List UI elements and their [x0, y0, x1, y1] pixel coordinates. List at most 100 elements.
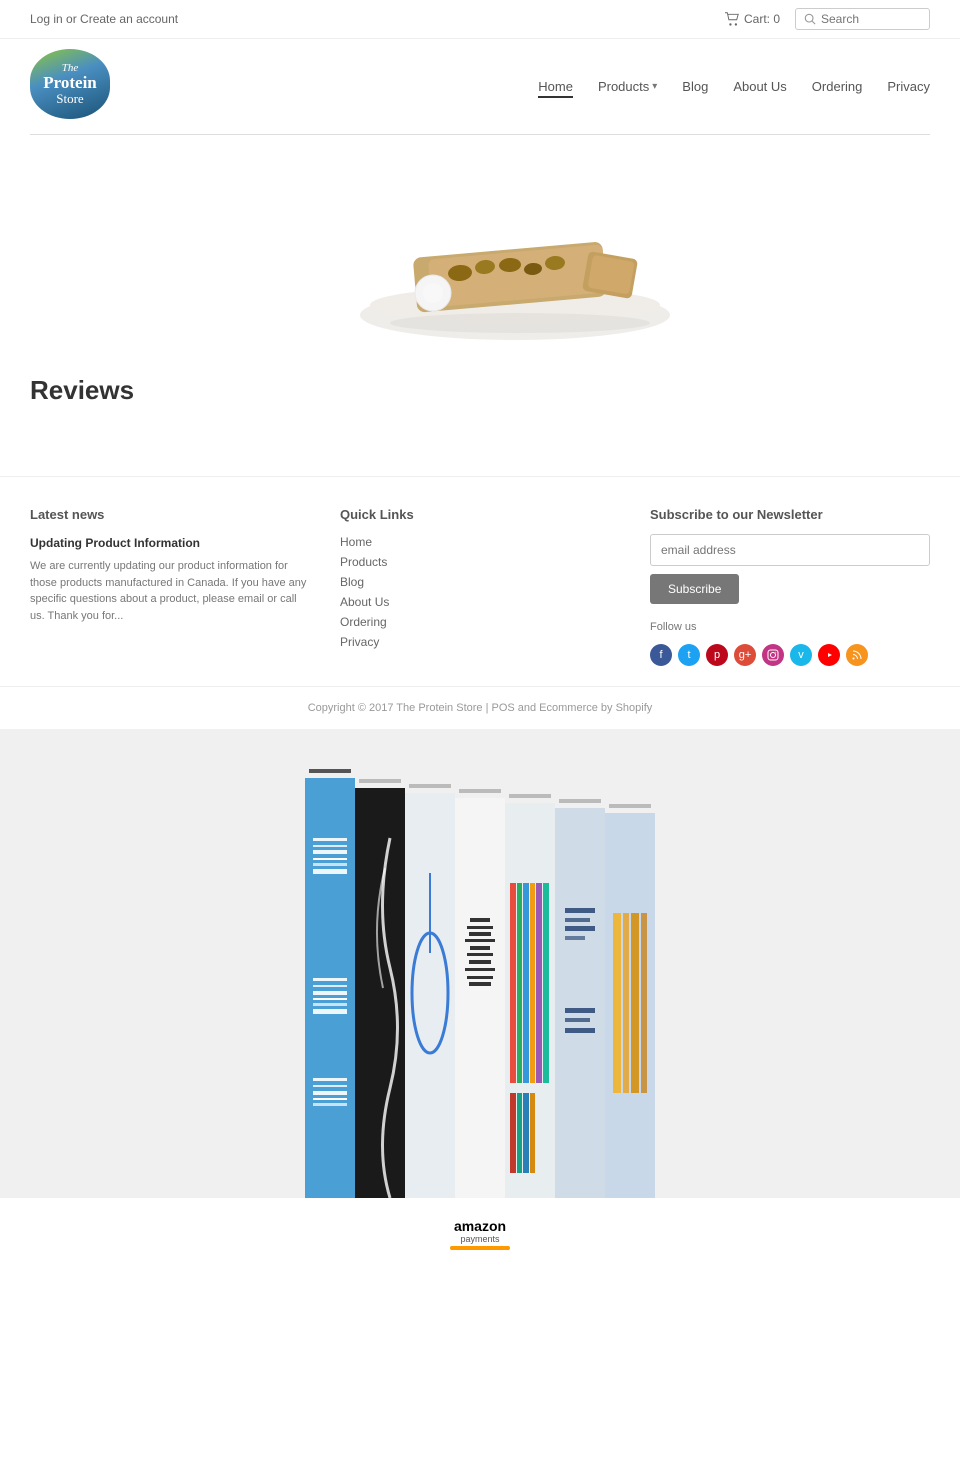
footer-area: Latest news Updating Product Information… — [0, 476, 960, 686]
carousel-section — [0, 729, 960, 1198]
nav-link-products[interactable]: Products — [598, 79, 649, 94]
follow-us-label: Follow us — [650, 619, 930, 636]
site-logo[interactable]: The Protein Store — [30, 49, 115, 124]
bar-content-3 — [405, 793, 455, 1198]
hero-area — [0, 135, 960, 365]
nav-link-privacy[interactable]: Privacy — [887, 79, 930, 94]
cart-icon — [724, 12, 740, 26]
bar-image-1 — [305, 778, 355, 1198]
nav-link-ordering[interactable]: Ordering — [812, 79, 863, 94]
bar-content-7 — [605, 813, 655, 1198]
reviews-title: Reviews — [30, 375, 930, 406]
quick-link-home[interactable]: Home — [340, 534, 620, 549]
bar-content-4 — [455, 798, 505, 1198]
news-article-body: We are currently updating our product in… — [30, 558, 310, 624]
footer-quick-links: Quick Links Home Products Blog About Us … — [340, 507, 620, 666]
bar-content-5 — [505, 803, 555, 1198]
nav-item-about[interactable]: About Us — [733, 79, 786, 94]
rss-icon[interactable] — [846, 644, 868, 666]
bar-content-6 — [555, 808, 605, 1198]
nav-item-blog[interactable]: Blog — [682, 79, 708, 94]
top-bar-right: Cart: 0 — [724, 8, 930, 30]
latest-news-heading: Latest news — [30, 507, 310, 522]
carousel-bar-5[interactable] — [505, 794, 555, 1198]
nav-item-privacy[interactable]: Privacy — [887, 79, 930, 94]
bar-indicator-5 — [509, 794, 551, 798]
vimeo-icon[interactable]: v — [790, 644, 812, 666]
carousel-bar-1[interactable] — [305, 769, 355, 1198]
bar-content-1 — [305, 778, 355, 1198]
logo-protein-text: Protein — [43, 74, 97, 91]
amazon-stripe — [450, 1246, 510, 1250]
facebook-icon[interactable]: f — [650, 644, 672, 666]
carousel-bar-4[interactable] — [455, 789, 505, 1198]
search-input[interactable] — [821, 12, 921, 26]
cart-link[interactable]: Cart: 0 — [724, 12, 780, 26]
amazon-section: amazon payments — [0, 1198, 960, 1270]
copyright-bar: Copyright © 2017 The Protein Store | POS… — [0, 686, 960, 729]
top-bar-auth: Log in or Create an account — [30, 12, 178, 26]
google-plus-icon[interactable]: g+ — [734, 644, 756, 666]
newsletter-email-input[interactable] — [650, 534, 930, 566]
carousel-bars-container — [305, 769, 655, 1198]
hero-food-image — [285, 155, 675, 345]
quick-links-list: Home Products Blog About Us Ordering Pri… — [340, 534, 620, 649]
amazon-text: amazon — [454, 1218, 506, 1234]
quick-link-home-anchor[interactable]: Home — [340, 535, 372, 549]
quick-link-ordering[interactable]: Ordering — [340, 614, 620, 629]
quick-link-products-anchor[interactable]: Products — [340, 555, 387, 569]
social-icons-container: f t p g+ v — [650, 644, 930, 666]
quick-link-blog-anchor[interactable]: Blog — [340, 575, 364, 589]
bar-image-3 — [405, 793, 455, 1198]
carousel-bar-2[interactable] — [355, 779, 405, 1198]
top-bar: Log in or Create an account Cart: 0 — [0, 0, 960, 39]
main-nav: Home Products ▾ Blog About Us Ordering P… — [538, 79, 930, 94]
quick-link-about-anchor[interactable]: About Us — [340, 595, 389, 609]
nav-item-home[interactable]: Home — [538, 79, 573, 94]
footer-latest-news: Latest news Updating Product Information… — [30, 507, 310, 666]
newsletter-heading: Subscribe to our Newsletter — [650, 507, 930, 522]
quick-link-ordering-anchor[interactable]: Ordering — [340, 615, 387, 629]
create-account-link[interactable]: Create an account — [80, 12, 178, 26]
quick-link-privacy-anchor[interactable]: Privacy — [340, 635, 379, 649]
bar-indicator-2 — [359, 779, 401, 783]
login-link[interactable]: Log in — [30, 12, 63, 26]
bar-image-7 — [605, 813, 655, 1198]
quick-link-products[interactable]: Products — [340, 554, 620, 569]
news-article-title[interactable]: Updating Product Information — [30, 534, 310, 552]
nav-link-home[interactable]: Home — [538, 79, 573, 98]
or-separator: or — [63, 12, 80, 26]
search-box[interactable] — [795, 8, 930, 30]
logo-store-text: Store — [56, 91, 83, 107]
bar-image-4 — [455, 798, 505, 1198]
quick-link-about[interactable]: About Us — [340, 594, 620, 609]
youtube-icon[interactable] — [818, 644, 840, 666]
site-header: The Protein Store Home Products ▾ Blog A… — [0, 39, 960, 134]
carousel-bar-6[interactable] — [555, 799, 605, 1198]
bar-image-5 — [505, 803, 555, 1198]
carousel-bar-7[interactable] — [605, 804, 655, 1198]
carousel-bar-3[interactable] — [405, 784, 455, 1198]
amazon-badge[interactable]: amazon payments — [445, 1218, 515, 1250]
bar-image-6 — [555, 808, 605, 1198]
bar-indicator-6 — [559, 799, 601, 803]
nav-link-blog[interactable]: Blog — [682, 79, 708, 94]
products-dropdown-arrow: ▾ — [652, 81, 657, 92]
bar-indicator-4 — [459, 789, 501, 793]
cart-count: Cart: 0 — [744, 12, 780, 26]
subscribe-button[interactable]: Subscribe — [650, 574, 739, 604]
reviews-section: Reviews — [0, 365, 960, 456]
quick-link-privacy[interactable]: Privacy — [340, 634, 620, 649]
instagram-icon[interactable] — [762, 644, 784, 666]
bar-indicator-1 — [309, 769, 351, 773]
nav-item-ordering[interactable]: Ordering — [812, 79, 863, 94]
pinterest-icon[interactable]: p — [706, 644, 728, 666]
hero-image — [285, 155, 675, 345]
footer-newsletter: Subscribe to our Newsletter Subscribe Fo… — [650, 507, 930, 666]
quick-link-blog[interactable]: Blog — [340, 574, 620, 589]
nav-link-about[interactable]: About Us — [733, 79, 786, 94]
search-icon — [804, 13, 816, 25]
bar-indicator-7 — [609, 804, 651, 808]
nav-item-products[interactable]: Products ▾ — [598, 79, 657, 94]
twitter-icon[interactable]: t — [678, 644, 700, 666]
